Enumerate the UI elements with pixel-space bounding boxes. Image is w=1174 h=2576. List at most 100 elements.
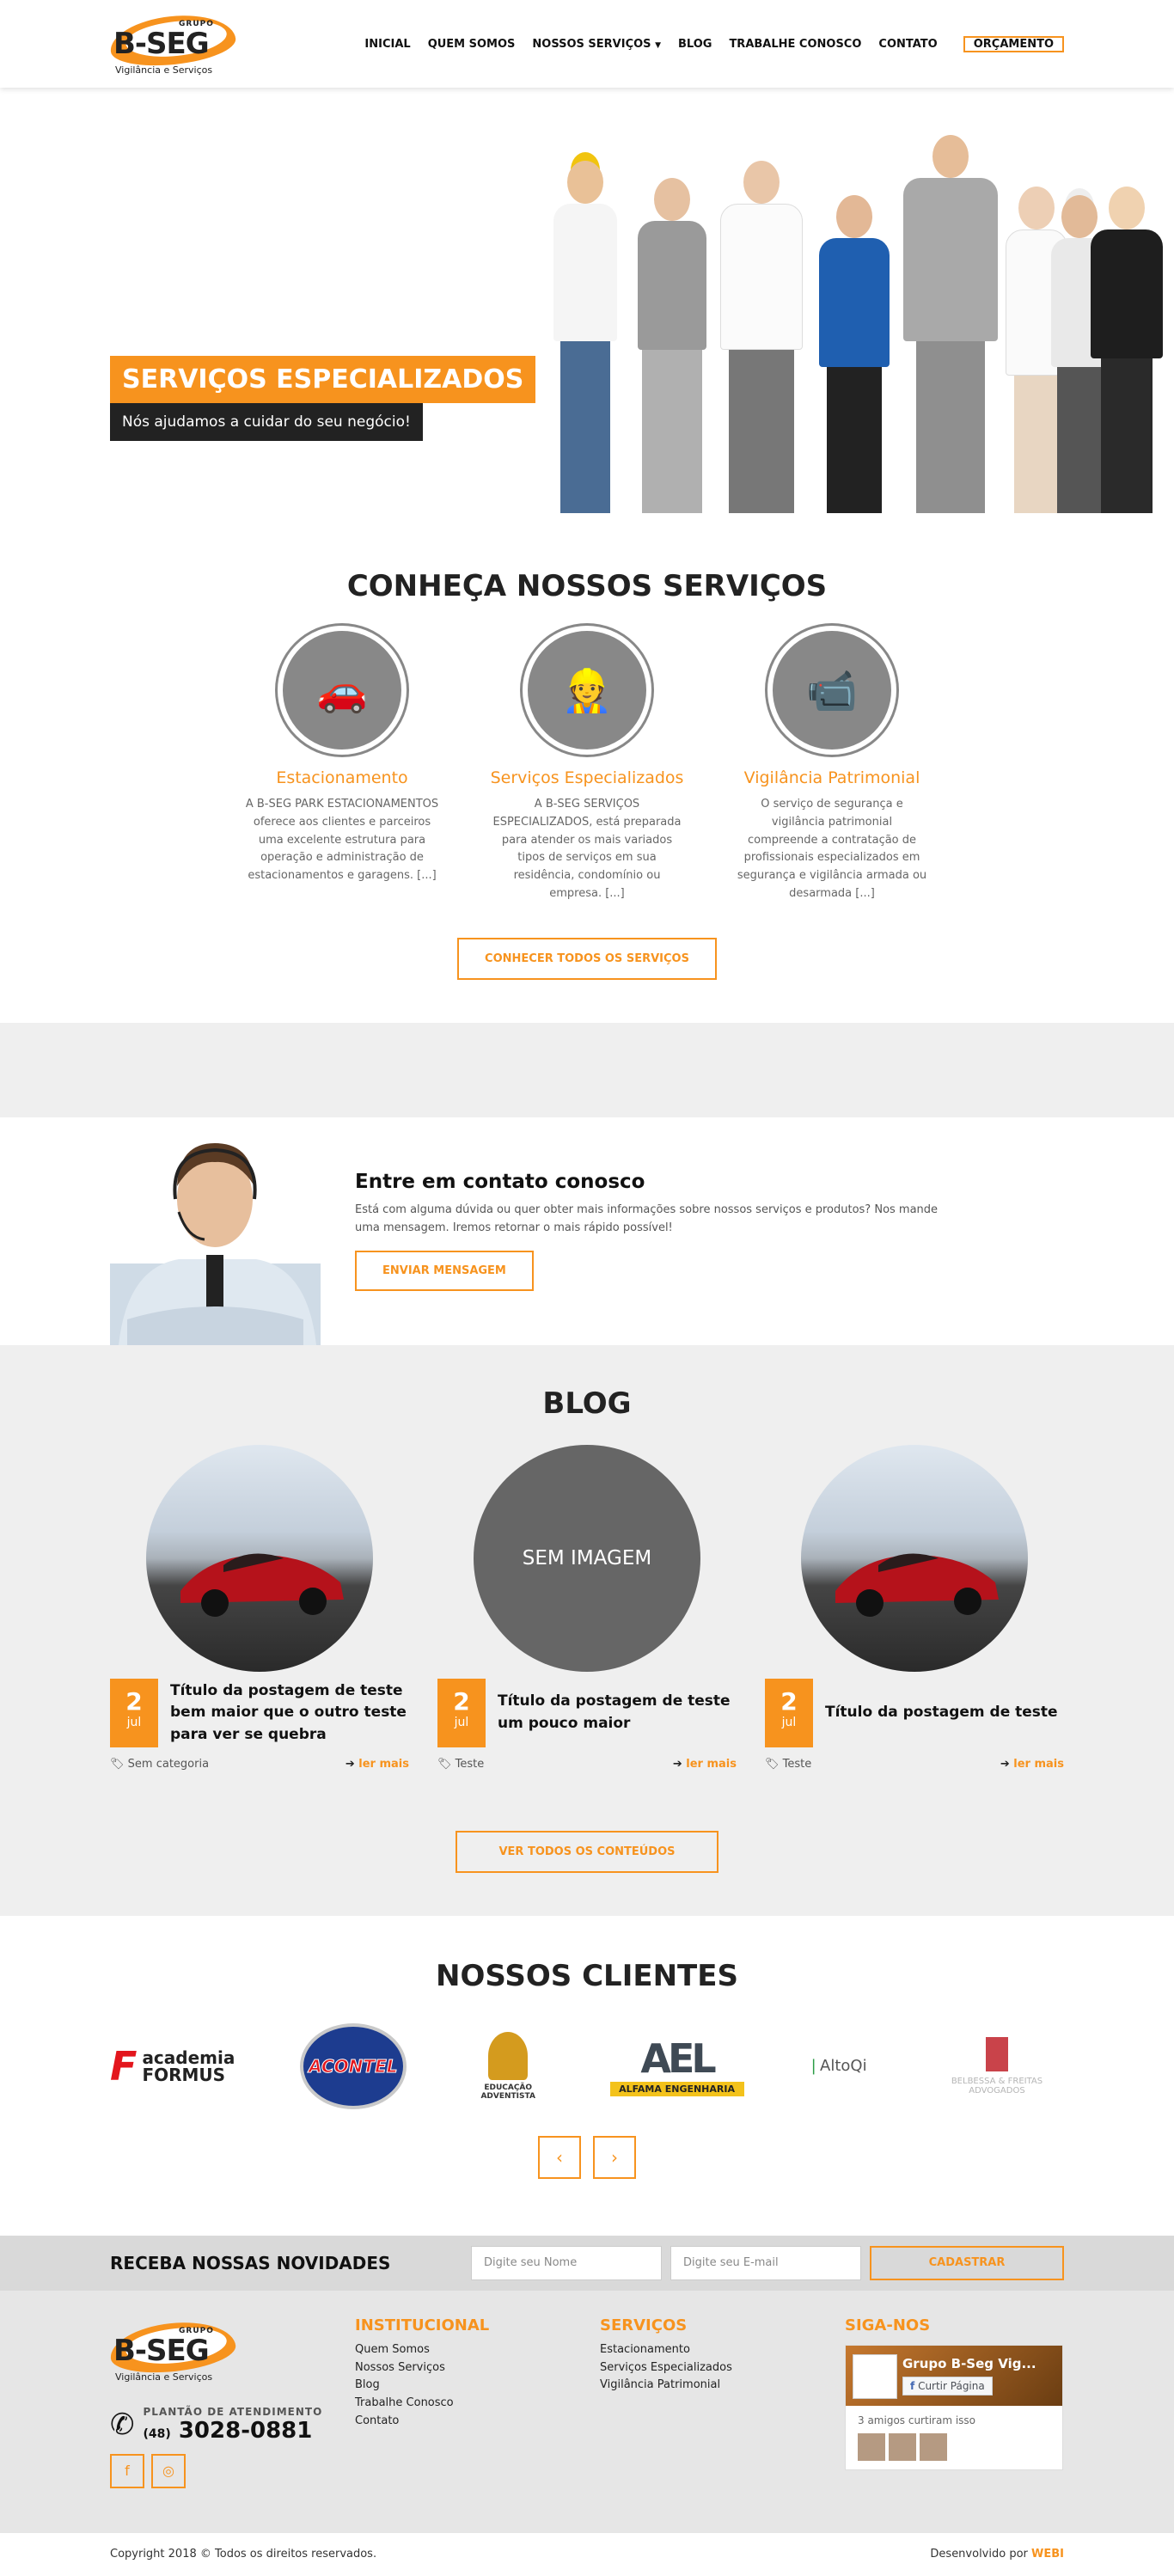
support-agent-image [110, 1142, 321, 1345]
client-logo-adventista[interactable]: EDUCAÇÃO ADVENTISTA [469, 2031, 547, 2101]
instagram-icon[interactable]: ◎ [151, 2453, 186, 2488]
blog-section: BLOG 2 jul Título da postagem de teste b… [0, 1344, 1174, 1916]
hero-subtitle: Nós ajudamos a cuidar do seu negócio! [110, 403, 423, 441]
facebook-icon[interactable]: f [110, 2453, 144, 2488]
client-logo-acontel[interactable]: ACONTEL [299, 2022, 407, 2109]
client-logo-alfama[interactable]: AEL ALFAMA ENGENHARIA [609, 2035, 744, 2097]
newsletter-submit-button[interactable]: CADASTRAR [870, 2245, 1064, 2280]
nav-contato[interactable]: CONTATO [870, 38, 945, 51]
read-more-link[interactable]: ➔ ler mais [345, 1758, 409, 1771]
post-category-label: Sem categoria [127, 1757, 210, 1771]
avatar[interactable] [920, 2432, 947, 2461]
post-image[interactable] [146, 1444, 373, 1672]
fb-page-name[interactable]: Grupo B-Seg Vig... [902, 2356, 1036, 2371]
newsletter-email-input[interactable]: Digite seu E-mail [670, 2245, 861, 2280]
nav-quem-somos[interactable]: QUEM SOMOS [419, 38, 524, 51]
service-title: Vigilância Patrimonial [743, 768, 920, 787]
services-list: 🚗 Estacionamento A B-SEG PARK ESTACIONAM… [0, 626, 1174, 903]
fb-like-label: Curtir Página [918, 2379, 985, 2392]
footer-link[interactable]: Estacionamento [600, 2341, 845, 2359]
client-logo-formus[interactable]: F academia FORMUS [110, 2043, 236, 2090]
hero-title: SERVIÇOS ESPECIALIZADOS [110, 356, 536, 403]
post-category-label: Teste [455, 1757, 485, 1771]
clients-section: NOSSOS CLIENTES F academia FORMUS ACONTE… [0, 1915, 1174, 2236]
blog-posts: 2 jul Título da postagem de teste bem ma… [110, 1444, 1064, 1771]
send-message-button[interactable]: ENVIAR MENSAGEM [355, 1251, 534, 1292]
client-name: EDUCAÇÃO ADVENTISTA [480, 2083, 535, 2101]
read-more-link[interactable]: ➔ ler mais [1000, 1758, 1064, 1771]
logo-tagline: Vigilância e Serviços [115, 2371, 213, 2383]
post-image-placeholder[interactable]: SEM IMAGEM [474, 1444, 700, 1672]
footer-link[interactable]: Serviços Especializados [600, 2359, 845, 2377]
service-card[interactable]: 👷 Serviços Especializados A B-SEG SERVIÇ… [491, 626, 684, 903]
developer-label: Desenvolvido por [930, 2548, 1028, 2561]
footer-col-title: SERVIÇOS [600, 2316, 688, 2334]
post-title[interactable]: Título da postagem de teste um pouco mai… [498, 1691, 737, 1735]
service-card[interactable]: 📹 Vigilância Patrimonial O serviço de se… [736, 626, 929, 903]
post-category[interactable]: 🏷 Sem categoria [110, 1758, 209, 1771]
post-month: jul [126, 1715, 142, 1729]
carousel-next-button[interactable]: › [593, 2135, 636, 2179]
nav-nossos-servicos[interactable]: NOSSOS SERVIÇOS ▼ [523, 38, 670, 51]
post-title[interactable]: Título da postagem de teste [825, 1702, 1058, 1724]
client-logo-altoqi[interactable]: ❘AltoQi [807, 2057, 867, 2075]
gray-divider [0, 1022, 1174, 1117]
nav-inicial[interactable]: INICIAL [356, 38, 419, 51]
post-category[interactable]: 🏷 Teste [765, 1758, 811, 1771]
post-category[interactable]: 🏷 Teste [437, 1758, 484, 1771]
blog-post[interactable]: SEM IMAGEM 2 jul Título da postagem de t… [437, 1444, 737, 1771]
client-name: AltoQi [820, 2057, 867, 2076]
all-posts-button[interactable]: VER TODOS OS CONTEÚDOS [456, 1830, 718, 1873]
client-logo-belbessa[interactable]: BELBESSA & FREITAS ADVOGADOS [930, 2036, 1064, 2096]
facebook-icon: f [910, 2379, 915, 2392]
avatar[interactable] [889, 2432, 916, 2461]
fb-friend-avatars [858, 2432, 1050, 2461]
plantao-number[interactable]: (48) 3028-0881 [144, 2418, 323, 2444]
all-services-button[interactable]: CONHECER TODOS OS SERVIÇOS [457, 937, 717, 980]
footer-link[interactable]: Quem Somos [355, 2341, 600, 2359]
footer-logo[interactable]: GRUPO B-SEG Vigilância e Serviços [107, 2316, 239, 2385]
tag-icon: 🏷 [765, 1757, 780, 1771]
blog-post[interactable]: 2 jul Título da postagem de teste bem ma… [110, 1444, 409, 1771]
phone-icon: ✆ [110, 2407, 135, 2442]
footer-link[interactable]: Trabalhe Conosco [355, 2395, 600, 2413]
client-name: ALFAMA ENGENHARIA [609, 2082, 744, 2097]
tag-icon: 🏷 [110, 1757, 125, 1771]
footer-link[interactable]: Blog [355, 2377, 600, 2395]
footer-link[interactable]: Vigilância Patrimonial [600, 2377, 845, 2395]
avatar[interactable] [858, 2432, 885, 2461]
flame-icon [488, 2031, 529, 2080]
fb-like-button[interactable]: f Curtir Página [902, 2376, 993, 2395]
contact-body: Entre em contato conosco Está com alguma… [355, 1171, 957, 1292]
services-title: CONHEÇA NOSSOS SERVIÇOS [346, 569, 828, 603]
footer-institucional-col: INSTITUCIONAL Quem Somos Nossos Serviços… [355, 2316, 600, 2488]
brand-logo[interactable]: GRUPO B-SEG Vigilância e Serviços [107, 9, 239, 78]
security-camera-icon: 📹 [767, 626, 896, 755]
developer-link[interactable]: WEBI [1031, 2548, 1064, 2561]
arrow-right-icon: ➔ [345, 1757, 355, 1771]
building-icon: AEL [640, 2035, 716, 2083]
main-nav: INICIAL QUEM SOMOS NOSSOS SERVIÇOS ▼ BLO… [356, 35, 1064, 52]
post-image[interactable] [801, 1444, 1028, 1672]
copyright-bar: Copyright 2018 © Todos os direitos reser… [0, 2532, 1174, 2576]
post-title[interactable]: Título da postagem de teste bem maior qu… [170, 1680, 409, 1747]
footer-link[interactable]: Contato [355, 2413, 600, 2431]
service-card[interactable]: 🚗 Estacionamento A B-SEG PARK ESTACIONAM… [246, 626, 439, 903]
service-text: O serviço de segurança e vigilância patr… [737, 798, 927, 900]
nav-trabalhe-conosco[interactable]: TRABALHE CONOSCO [720, 38, 870, 51]
facebook-page-widget[interactable]: Grupo B-Seg Vig... f Curtir Página 3 ami… [845, 2344, 1063, 2470]
orcamento-button[interactable]: ORÇAMENTO [963, 35, 1064, 52]
service-text: A B-SEG SERVIÇOS ESPECIALIZADOS, está pr… [492, 798, 682, 900]
post-day: 2 [780, 1686, 798, 1716]
footer-link[interactable]: Nossos Serviços [355, 2359, 600, 2377]
blog-post[interactable]: 2 jul Título da postagem de teste 🏷 Test… [765, 1444, 1064, 1771]
nav-blog[interactable]: BLOG [670, 38, 720, 51]
carousel-prev-button[interactable]: ‹ [538, 2135, 581, 2179]
footer-servicos-col: SERVIÇOS Estacionamento Serviços Especia… [600, 2316, 845, 2488]
contact-title: Entre em contato conosco [355, 1170, 645, 1193]
read-more-link[interactable]: ➔ ler mais [673, 1758, 737, 1771]
car-parking-icon: 🚗 [278, 626, 407, 755]
newsletter-name-input[interactable]: Digite seu Nome [471, 2245, 662, 2280]
leaf-icon: ❘ [806, 2057, 821, 2076]
clients-carousel: F academia FORMUS ACONTEL EDUCAÇÃO ADVEN… [110, 2019, 1064, 2114]
